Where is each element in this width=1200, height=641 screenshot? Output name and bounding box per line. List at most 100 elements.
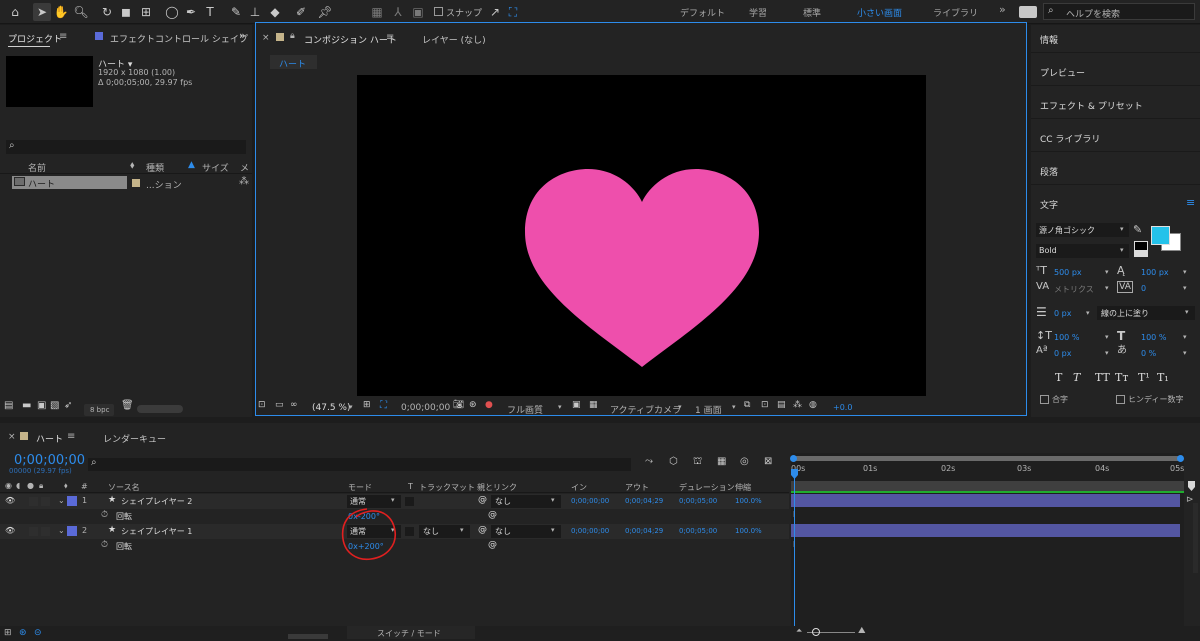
pen-tool-icon[interactable]: ✒ bbox=[182, 3, 200, 21]
layer-name[interactable]: シェイプレイヤー 1 bbox=[121, 526, 192, 537]
col-out[interactable]: アウト bbox=[625, 482, 649, 493]
frame-blending-icon[interactable]: ▦ bbox=[717, 457, 726, 467]
layer-duration[interactable]: 0;00;05;00 bbox=[679, 527, 717, 535]
col-stretch[interactable]: 伸縮 bbox=[735, 482, 751, 493]
workspace-standard[interactable]: 標準 bbox=[803, 6, 821, 19]
font-size-value[interactable]: 500 px bbox=[1054, 268, 1082, 277]
workspace-small-screen[interactable]: 小さい画面 bbox=[857, 6, 902, 19]
camera-tool-icon[interactable]: ◼ bbox=[117, 3, 135, 21]
thumbnail-slider[interactable] bbox=[137, 405, 183, 413]
pan-behind-tool-icon[interactable]: ⊞ bbox=[137, 3, 155, 21]
transfer-controls-icon[interactable]: ⊛ bbox=[19, 628, 27, 638]
col-size[interactable]: サイズ bbox=[202, 161, 229, 174]
label-color-chip[interactable] bbox=[132, 179, 140, 187]
snap-options-icon[interactable]: ↗ bbox=[486, 3, 504, 21]
timeline-search-input[interactable]: ⌕ bbox=[88, 457, 631, 471]
leading-value[interactable]: 100 px bbox=[1141, 268, 1169, 277]
tab-project[interactable]: プロジェクト bbox=[8, 32, 62, 45]
lock-icon[interactable]: 🔒︎ bbox=[39, 481, 43, 491]
tab-composition[interactable]: コンポジション ハート bbox=[304, 33, 397, 46]
resolution-dropdown-icon[interactable]: ▾ bbox=[558, 403, 562, 411]
world-axis-icon[interactable]: ⅄ bbox=[389, 3, 407, 21]
parent-select[interactable]: なし ▾ bbox=[491, 495, 561, 508]
vertical-scale-value[interactable]: 100 % bbox=[1054, 333, 1079, 342]
layer-out[interactable]: 0;00;04;29 bbox=[625, 497, 663, 505]
chevron-down-icon[interactable]: ▾ bbox=[1183, 268, 1187, 276]
layer-out[interactable]: 0;00;04;29 bbox=[625, 527, 663, 535]
character-menu-icon[interactable]: ≡ bbox=[1186, 196, 1195, 209]
panel-info[interactable]: 情報 bbox=[1040, 33, 1058, 46]
home-icon[interactable]: ⌂ bbox=[6, 3, 24, 21]
chevron-down-icon[interactable]: ▾ bbox=[1183, 333, 1187, 341]
color-channel-icon[interactable]: ● bbox=[485, 401, 493, 410]
preserve-transparency-toggle[interactable] bbox=[405, 527, 414, 536]
chevron-down-icon[interactable]: ⌄ bbox=[58, 526, 65, 535]
chevron-down-icon[interactable]: ⌄ bbox=[58, 496, 65, 505]
time-ruler[interactable]: 00s 01s 02s 03s 04s 05s bbox=[791, 463, 1184, 480]
layer-switches-icon[interactable]: ⊞ bbox=[4, 628, 12, 638]
fit-icon[interactable]: ⊞ bbox=[363, 401, 371, 410]
in-out-icon[interactable]: ⊝ bbox=[34, 628, 42, 638]
comp-breadcrumb[interactable]: ハート bbox=[270, 55, 317, 70]
zoom-dropdown-icon[interactable]: ▾ bbox=[349, 403, 353, 411]
selection-tool-icon[interactable]: ➤ bbox=[33, 3, 51, 21]
region-of-interest-icon[interactable]: ⛶ bbox=[380, 401, 387, 411]
chevron-down-icon[interactable]: ▾ bbox=[1183, 349, 1187, 357]
workspace-learn[interactable]: 学習 bbox=[749, 6, 767, 19]
new-composition-icon[interactable]: ▣ bbox=[37, 401, 46, 411]
track-matte-select[interactable]: なし ▾ bbox=[419, 525, 470, 538]
kerning-value[interactable]: メトリクス bbox=[1054, 284, 1094, 295]
superscript-button[interactable]: T¹ bbox=[1138, 371, 1150, 384]
stopwatch-icon[interactable]: ⏱︎ bbox=[101, 540, 108, 550]
horizontal-scrollbar[interactable] bbox=[288, 634, 328, 639]
chevron-down-icon[interactable]: ▾ bbox=[1086, 309, 1090, 317]
tracking-value[interactable]: 0 bbox=[1141, 284, 1146, 293]
transparency-grid-icon[interactable]: ▦ bbox=[589, 401, 598, 410]
zoom-in-icon[interactable]: ⛰ bbox=[858, 626, 866, 636]
project-settings-icon[interactable]: ▧ bbox=[50, 401, 59, 411]
vertical-scrollbar[interactable] bbox=[1193, 503, 1198, 573]
col-parent[interactable]: 親とリンク bbox=[477, 482, 517, 493]
col-source-name[interactable]: ソース名 bbox=[108, 482, 140, 493]
pick-whip-icon[interactable]: @ bbox=[488, 540, 497, 550]
motion-blur-icon[interactable]: ◎ bbox=[740, 457, 749, 467]
baseline-shift-value[interactable]: 0 px bbox=[1054, 349, 1071, 358]
timeline-track-area[interactable]: 00s 01s 02s 03s 04s 05s I I bbox=[790, 453, 1184, 631]
camera-dropdown-icon[interactable]: ▾ bbox=[678, 403, 682, 411]
views-select[interactable]: 1 画面 bbox=[695, 403, 722, 416]
new-folder-icon[interactable]: ▬ bbox=[22, 401, 31, 411]
col-mode[interactable]: モード bbox=[348, 482, 372, 493]
tab-timeline-heart[interactable]: ハート bbox=[36, 432, 63, 445]
col-type[interactable]: 種類 bbox=[146, 161, 164, 174]
snap-checkbox[interactable] bbox=[434, 7, 443, 16]
fast-preview-icon[interactable]: ▣ bbox=[572, 401, 581, 410]
timeline-menu-icon[interactable]: ≡ bbox=[67, 431, 75, 442]
trash-icon[interactable]: 🗑︎ bbox=[121, 401, 134, 411]
rotate-tool-icon[interactable]: ↻ bbox=[98, 3, 116, 21]
lock-icon[interactable]: 🔒︎ bbox=[290, 31, 295, 41]
stroke-width-value[interactable]: 0 px bbox=[1054, 309, 1071, 318]
stopwatch-icon[interactable]: ⏱︎ bbox=[101, 510, 108, 520]
panel-overflow-icon[interactable]: » bbox=[239, 29, 246, 42]
view-axis-icon[interactable]: ▣ bbox=[409, 3, 427, 21]
zoom-tool-icon[interactable]: 🔍︎ bbox=[72, 3, 90, 21]
lock-toggle[interactable] bbox=[41, 497, 50, 506]
close-tab-icon[interactable]: × bbox=[8, 432, 16, 442]
layer-bar[interactable] bbox=[791, 494, 1180, 507]
label-tag-icon[interactable]: ⬧ bbox=[130, 160, 135, 171]
panel-cc-libraries[interactable]: CC ライブラリ bbox=[1040, 132, 1100, 145]
col-name[interactable]: 名前 bbox=[28, 161, 46, 174]
brush-tool-icon[interactable]: ✎ bbox=[227, 3, 245, 21]
views-dropdown-icon[interactable]: ▾ bbox=[732, 403, 736, 411]
label-color-chip[interactable] bbox=[67, 526, 77, 536]
work-area-bar[interactable] bbox=[792, 456, 1181, 461]
monitor-icon[interactable]: ▭ bbox=[275, 401, 284, 410]
preserve-transparency-toggle[interactable] bbox=[405, 497, 414, 506]
comp-timecode[interactable]: 0;00;00;00 bbox=[401, 403, 450, 413]
panel-effects-presets[interactable]: エフェクト & プリセット bbox=[1040, 99, 1143, 112]
graph-editor-icon[interactable]: ⊠ bbox=[764, 457, 772, 467]
project-search-input[interactable]: ⌕ bbox=[6, 140, 246, 154]
panel-preview[interactable]: プレビュー bbox=[1040, 66, 1085, 79]
camera-select[interactable]: アクティブカメラ bbox=[610, 403, 681, 416]
label-tag-icon[interactable]: ⬧ bbox=[64, 481, 68, 491]
